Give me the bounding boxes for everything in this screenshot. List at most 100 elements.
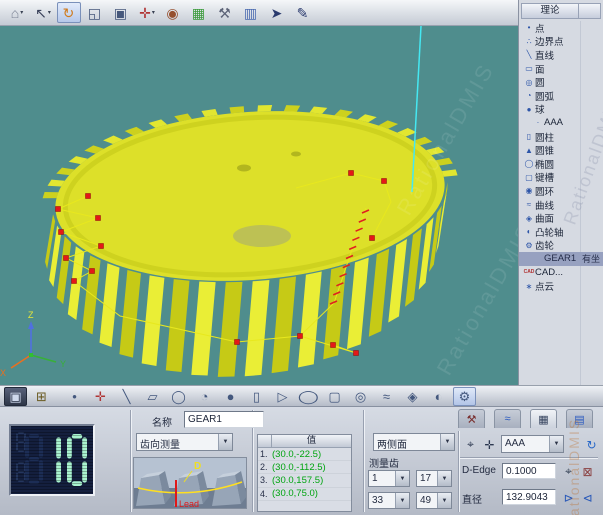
delete-button[interactable]: ▥ — [239, 2, 263, 23]
tooth-select-2[interactable]: 17▼ — [416, 470, 452, 487]
zoom-window-button[interactable]: ◱ — [83, 2, 107, 23]
tree-item-circle[interactable]: ◎ 圆 — [519, 75, 603, 89]
probe-position-button[interactable]: ✛ — [481, 436, 498, 453]
chevron-down-icon[interactable]: ▼ — [395, 471, 409, 486]
tree-item-icon: ≈ — [523, 200, 535, 209]
cone-tool[interactable]: ▷ — [271, 387, 294, 406]
measure-inner-button[interactable]: ⊲ — [579, 489, 596, 506]
probe-select[interactable]: AAA ▼ — [501, 435, 564, 453]
tree-item-sphere[interactable]: ● 球 — [519, 103, 603, 117]
probe-pick-button[interactable]: ➤ — [265, 2, 289, 23]
measure-view-button[interactable]: ▣ — [4, 387, 27, 406]
ellipse-tool[interactable]: ◯ — [297, 387, 320, 406]
diameter-input[interactable] — [502, 489, 556, 505]
torus-tool[interactable]: ◎ — [349, 387, 372, 406]
row-value: (30.0,-112.5) — [272, 462, 326, 473]
tree-item-gear[interactable]: ⚙ 齿轮 — [519, 239, 603, 253]
tree-item-slot[interactable]: ▢ 键槽 — [519, 171, 603, 185]
tree-item-gear1[interactable]: GEAR1 有坐 — [519, 252, 603, 266]
slot-tool[interactable]: ▢ — [323, 387, 346, 406]
sphere-tool[interactable]: ● — [219, 387, 242, 406]
tree-item-icon: CAD — [523, 269, 535, 275]
chevron-down-icon[interactable]: ▼ — [549, 436, 563, 452]
probe-edit-button[interactable]: ✎ — [291, 2, 315, 23]
tree-item-cad[interactable]: CAD CAD... — [519, 266, 603, 280]
probe-config-button[interactable]: ⌖ — [462, 436, 479, 453]
table-row[interactable]: 3. (30.0,157.5) — [258, 474, 351, 487]
plane-tool[interactable]: ▱ — [141, 387, 164, 406]
fit-view-button[interactable]: ▣ — [109, 2, 133, 23]
tab-probe[interactable]: ⚒ — [458, 409, 485, 428]
tree-item-pointcloud[interactable]: ∗ 点云 — [519, 279, 603, 293]
color-palette-button[interactable]: ▦ — [187, 2, 211, 23]
svg-text:D: D — [194, 461, 201, 472]
tree-item-camshaft[interactable]: ◐ 凸轮轴 — [519, 225, 603, 239]
tree-item-cone[interactable]: ▲ 圆锥 — [519, 143, 603, 157]
divider — [460, 457, 598, 459]
tree-item-aaa[interactable]: · AAA — [519, 116, 603, 130]
tab-report[interactable]: ▤ — [566, 409, 593, 428]
point-tool[interactable]: • — [63, 387, 86, 406]
circle-tool[interactable]: ◯ — [167, 387, 190, 406]
tree-item-label: 圆弧 — [535, 89, 554, 103]
tree-item-icon: ◉ — [523, 186, 535, 195]
cmm-machine-button[interactable]: ⊞ — [30, 387, 53, 406]
chevron-down-icon[interactable]: ▼ — [440, 434, 454, 450]
tree-header-label[interactable]: 理论 — [522, 4, 579, 18]
chevron-down-icon[interactable]: ▼ — [437, 471, 451, 486]
tree-item-label: AAA — [544, 117, 563, 128]
flank-select[interactable]: 两侧面 ▼ — [373, 433, 455, 451]
orbit-rotate-button[interactable]: ↻ — [57, 2, 81, 23]
tree-item-icon: · — [532, 118, 544, 127]
surface-tool[interactable]: ◈ — [401, 387, 424, 406]
line-tool[interactable]: ╲ — [115, 387, 138, 406]
measure-outer-button[interactable]: ⊳ — [560, 489, 577, 506]
measure-edge-button[interactable]: ⌖ — [560, 463, 577, 480]
gear-tool[interactable]: ⚙ — [453, 387, 476, 406]
axis-tool[interactable]: ✛ — [89, 387, 112, 406]
refresh-button[interactable]: ↻ — [583, 436, 600, 453]
measure-mode-select[interactable]: 齿向测量 ▼ — [136, 433, 233, 451]
table-row[interactable]: 2. (30.0,-112.5) — [258, 461, 351, 474]
arc-tool[interactable]: ◔ — [193, 387, 216, 406]
tree-item-icon: ╲ — [523, 50, 535, 59]
curve-tool[interactable]: ≈ — [375, 387, 398, 406]
tree-item-boundary-point[interactable]: ∴ 边界点 — [519, 35, 603, 49]
value-column-header[interactable]: 值 — [272, 435, 351, 447]
select-cursor-button[interactable]: ↖▾ — [31, 2, 55, 23]
name-input[interactable] — [184, 411, 264, 428]
axis-view-button[interactable]: ✛▾ — [135, 2, 159, 23]
tree-item-label: 键槽 — [535, 170, 554, 184]
tree-item-curve[interactable]: ≈ 曲线 — [519, 198, 603, 212]
cam-tool[interactable]: ◐ — [427, 387, 450, 406]
chevron-down-icon[interactable]: ▼ — [218, 434, 232, 450]
erase-point-button[interactable]: ⊠ — [579, 463, 596, 480]
chevron-down-icon[interactable]: ▼ — [395, 493, 409, 508]
chevron-down-icon[interactable]: ▼ — [437, 493, 451, 508]
tree-item-icon: • — [523, 23, 535, 32]
tooth-select-3[interactable]: 33▼ — [368, 492, 410, 509]
tooth-select-1[interactable]: 1▼ — [368, 470, 410, 487]
tree-item-torus[interactable]: ◉ 圆环 — [519, 184, 603, 198]
tree-item-icon: ◎ — [523, 78, 535, 87]
tree-item-label: 椭圆 — [535, 157, 554, 171]
d-edge-input[interactable] — [502, 463, 556, 479]
tree-item-arc[interactable]: ◔ 圆弧 — [519, 89, 603, 103]
tab-table[interactable]: ▦ — [530, 409, 557, 428]
visibility-eye-button[interactable]: ◉ — [161, 2, 185, 23]
table-row[interactable]: 1. (30.0,-22.5) — [258, 448, 351, 461]
tooth-select-4[interactable]: 49▼ — [416, 492, 452, 509]
table-row[interactable]: 4. (30.0,75.0) — [258, 488, 351, 501]
cylinder-tool[interactable]: ▯ — [245, 387, 268, 406]
tree-item-surface[interactable]: ◈ 曲面 — [519, 211, 603, 225]
tool-button[interactable]: ⚒ — [213, 2, 237, 23]
tree-item-line[interactable]: ╲ 直线 — [519, 48, 603, 62]
tree-item-plane[interactable]: ▭ 面 — [519, 62, 603, 76]
tab-graph[interactable]: ≈ — [494, 409, 521, 428]
tree-item-ellipse[interactable]: ◯ 椭圆 — [519, 157, 603, 171]
viewport-3d[interactable]: XYZ RationalDMIS RationalDMIS — [0, 26, 518, 385]
tree-item-cylinder[interactable]: ▯ 圆柱 — [519, 130, 603, 144]
home-button[interactable]: ⌂▾ — [5, 2, 29, 23]
tree-item-point[interactable]: • 点 — [519, 21, 603, 35]
tree-item-icon: ▢ — [523, 173, 535, 182]
